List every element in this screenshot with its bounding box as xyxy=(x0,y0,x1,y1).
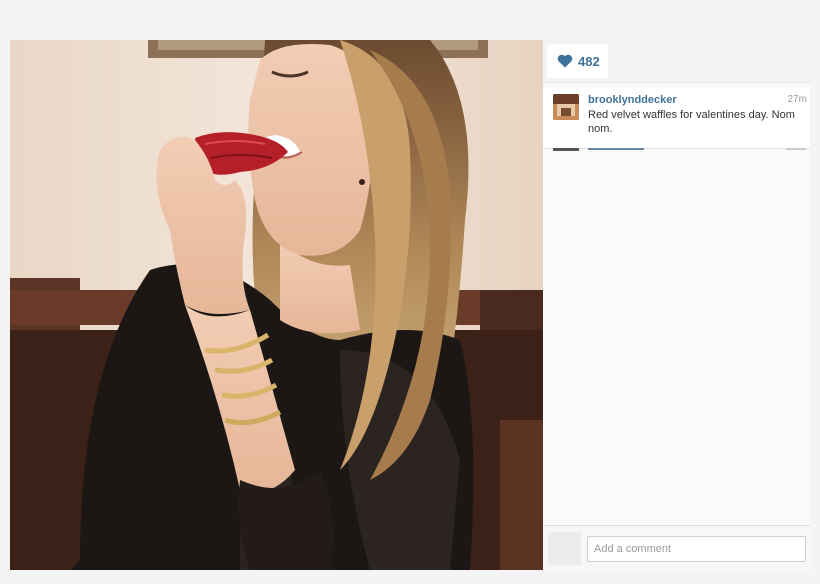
next-comment-peek xyxy=(543,148,810,152)
avatar-image xyxy=(553,94,579,120)
peek-timestamp xyxy=(786,148,806,150)
like-button[interactable]: 482 xyxy=(547,44,608,78)
post-photo[interactable] xyxy=(10,40,543,570)
timestamp: 27m xyxy=(787,94,807,105)
username-link[interactable]: brooklynddecker xyxy=(588,94,677,106)
peek-avatar xyxy=(553,148,579,151)
comment-bar xyxy=(543,525,810,570)
caption-text: Red velvet waffles for valentines day. N… xyxy=(588,109,795,135)
caption-comment: brooklynddecker 27m Red velvet waffles f… xyxy=(543,88,810,149)
photo-image xyxy=(10,40,543,570)
add-comment-input[interactable] xyxy=(587,536,806,562)
post-side-panel: 482 brooklynddecker 27m Red velvet waffl… xyxy=(543,40,810,570)
likes-bar: 482 xyxy=(543,40,810,83)
like-count: 482 xyxy=(578,53,600,69)
heart-icon xyxy=(557,54,573,68)
peek-username xyxy=(588,148,644,150)
avatar[interactable] xyxy=(553,94,579,120)
comment-avatar xyxy=(548,532,581,565)
